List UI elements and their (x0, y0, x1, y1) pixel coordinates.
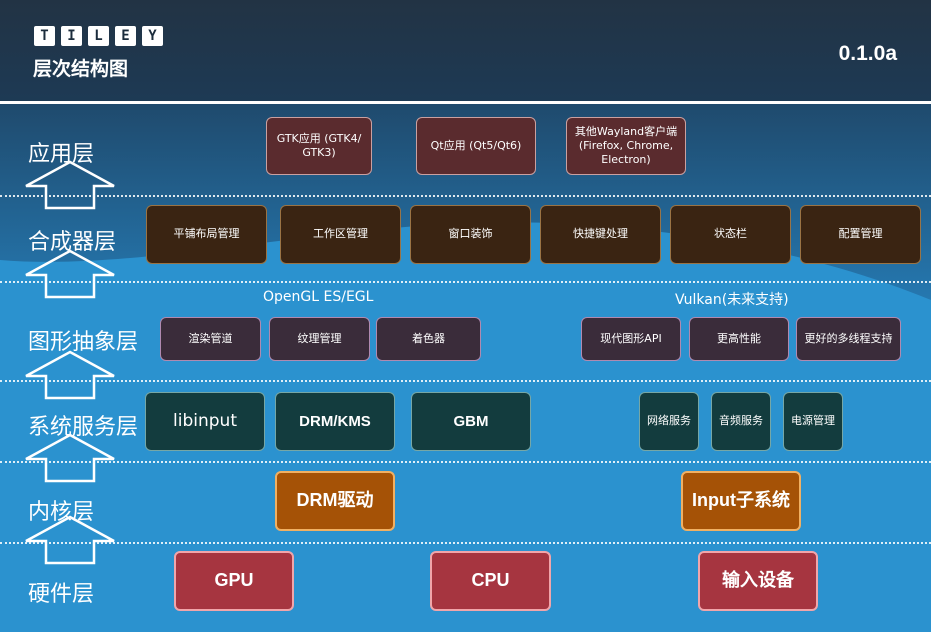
graphics-box-opengl: 纹理管理 (269, 317, 370, 361)
up-arrow-icon (25, 515, 115, 565)
up-arrow-icon (25, 350, 115, 400)
app-box-gtk: GTK应用 (GTK4/ GTK3) (266, 117, 372, 175)
page-subtitle: 层次结构图 (33, 58, 129, 80)
header-band (0, 0, 931, 104)
compositor-box: 状态栏 (670, 205, 791, 264)
graphics-box-vulkan: 更好的多线程支持 (796, 317, 901, 361)
layer-divider (0, 195, 931, 197)
system-box-aux: 网络服务 (639, 392, 699, 451)
up-arrow-icon (25, 160, 115, 210)
up-arrow-icon (25, 433, 115, 483)
hardware-box-input-device: 输入设备 (698, 551, 818, 611)
system-box-libinput: libinput (145, 392, 265, 451)
compositor-box: 配置管理 (800, 205, 921, 264)
up-arrow-icon (25, 249, 115, 299)
kernel-box-input-subsystem: Input子系统 (681, 471, 801, 531)
version-label: 0.1.0a (838, 42, 897, 65)
logo-letter: T (34, 26, 55, 46)
app-box-qt: Qt应用 (Qt5/Qt6) (416, 117, 536, 175)
layer-label-hardware: 硬件层 (28, 582, 95, 607)
hardware-box-cpu: CPU (430, 551, 551, 611)
logo-letter: Y (142, 26, 163, 46)
logo-letter: I (61, 26, 82, 46)
compositor-box: 工作区管理 (280, 205, 401, 264)
hardware-box-gpu: GPU (174, 551, 294, 611)
graphics-box-vulkan: 更高性能 (689, 317, 789, 361)
diagram-canvas: T I L E Y 层次结构图 0.1.0a 应用层 合成器层 图形抽象层 系统… (0, 0, 931, 632)
compositor-box: 窗口装饰 (410, 205, 531, 264)
layer-divider (0, 542, 931, 544)
layer-divider (0, 380, 931, 382)
logo-letter: E (115, 26, 136, 46)
opengl-group-title: OpenGL ES/EGL (263, 289, 374, 305)
system-box-drm-kms: DRM/KMS (275, 392, 395, 451)
logo: T I L E Y (34, 26, 163, 46)
graphics-box-vulkan: 现代图形API (581, 317, 681, 361)
layer-divider (0, 281, 931, 283)
vulkan-group-title: Vulkan(未来支持) (675, 292, 789, 308)
system-box-gbm: GBM (411, 392, 531, 451)
system-box-aux: 电源管理 (783, 392, 843, 451)
layer-divider (0, 461, 931, 463)
compositor-box: 快捷键处理 (540, 205, 661, 264)
kernel-box-drm-driver: DRM驱动 (275, 471, 395, 531)
graphics-box-opengl: 渲染管道 (160, 317, 261, 361)
system-box-aux: 音频服务 (711, 392, 771, 451)
logo-letter: L (88, 26, 109, 46)
header-divider (0, 101, 931, 104)
compositor-box: 平铺布局管理 (146, 205, 267, 264)
app-box-wayland: 其他Wayland客户端 (Firefox, Chrome, Electron) (566, 117, 686, 175)
graphics-box-opengl: 着色器 (376, 317, 481, 361)
